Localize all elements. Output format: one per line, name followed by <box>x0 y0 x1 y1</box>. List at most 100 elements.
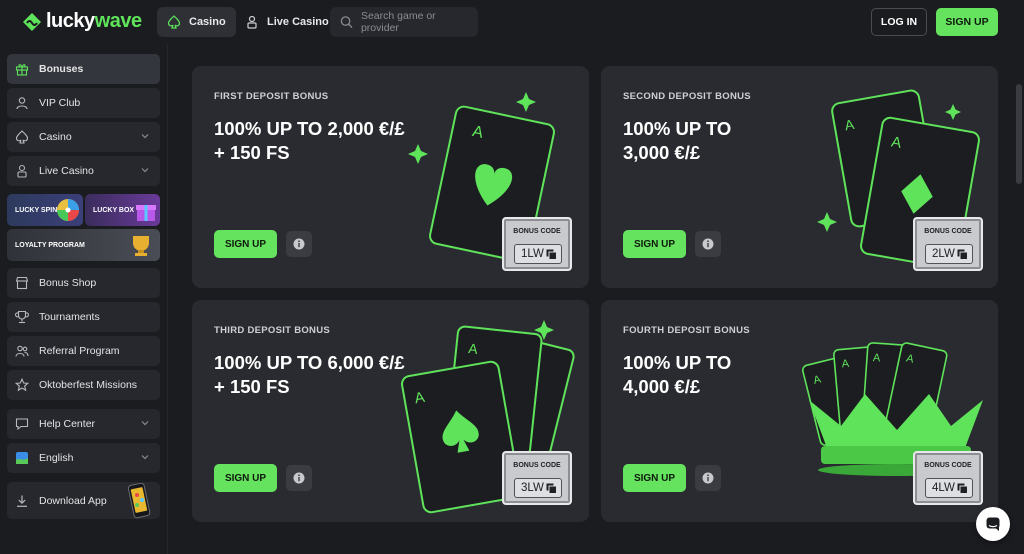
globe-flag-icon <box>16 452 28 464</box>
sidebar-item-vip-club[interactable]: VIP Club <box>7 88 160 118</box>
scrollbar-thumb[interactable] <box>1016 84 1022 184</box>
bonus-card-title-line2: 3,000 €/£ <box>623 142 701 163</box>
info-icon <box>293 472 305 484</box>
login-button[interactable]: LOG IN <box>871 8 927 36</box>
top-bar: luckywave Casino Live Casino Search game… <box>0 0 1024 44</box>
tab-live-casino[interactable]: Live Casino <box>235 7 339 37</box>
logo[interactable]: luckywave <box>22 10 142 33</box>
spade-icon <box>167 15 181 29</box>
sidebar-item-bonus-shop[interactable]: Bonus Shop <box>7 268 160 298</box>
dealer-icon <box>17 164 27 178</box>
sidebar-item-label: English <box>39 452 74 464</box>
sidebar-item-help-center[interactable]: Help Center <box>7 409 160 439</box>
bonus-code-value: 3LW <box>514 478 562 498</box>
info-button[interactable] <box>695 465 721 491</box>
bonus-code-box[interactable]: BONUS CODE 1LW <box>502 217 572 271</box>
spade-icon <box>15 130 29 144</box>
bonus-card-third: THIRD DEPOSIT BONUS 100% UP TO 6,000 €/£… <box>192 300 589 522</box>
search-input[interactable]: Search game or provider <box>330 7 478 37</box>
users-icon <box>15 345 29 357</box>
bonus-code-box[interactable]: BONUS CODE 2LW <box>913 217 983 271</box>
lucky-box-tile[interactable]: LUCKY BOX <box>85 194 160 226</box>
bonus-code-box[interactable]: BONUS CODE 3LW <box>502 451 572 505</box>
sidebar-item-label: Live Casino <box>39 165 94 177</box>
sidebar-item-bonuses[interactable]: Bonuses <box>7 54 160 84</box>
bonus-card-second: SECOND DEPOSIT BONUS 100% UP TO 3,000 €/… <box>601 66 998 288</box>
bonus-card-title-line2: 4,000 €/£ <box>623 376 701 397</box>
bonus-card-label: SECOND DEPOSIT BONUS <box>623 91 751 102</box>
gift-box-icon <box>136 205 156 221</box>
sidebar-item-referral-program[interactable]: Referral Program <box>7 336 160 366</box>
phone-icon <box>127 483 151 519</box>
lucky-spin-label: LUCKY SPIN <box>15 206 58 214</box>
download-icon <box>17 495 27 507</box>
sidebar-item-download-app[interactable]: Download App <box>7 482 160 519</box>
bonus-card-label: FOURTH DEPOSIT BONUS <box>623 325 750 336</box>
info-icon <box>702 238 714 250</box>
sidebar-item-oktoberfest-missions[interactable]: Oktoberfest Missions <box>7 370 160 400</box>
info-button[interactable] <box>286 465 312 491</box>
bonus-card-title-line2: + 150 FS <box>214 142 290 163</box>
bonus-card-label: FIRST DEPOSIT BONUS <box>214 91 329 102</box>
sidebar-item-language[interactable]: English <box>7 443 160 473</box>
info-button[interactable] <box>286 231 312 257</box>
copy-icon[interactable] <box>957 249 968 260</box>
chevron-down-icon <box>141 168 149 173</box>
sidebar-item-live-casino[interactable]: Live Casino <box>7 156 160 186</box>
signup-button[interactable]: SIGN UP <box>936 8 998 36</box>
bonus-code-value: 2LW <box>925 244 973 264</box>
info-button[interactable] <box>695 231 721 257</box>
bonus-card-title-line2: + 150 FS <box>214 376 290 397</box>
loyalty-program-label: LOYALTY PROGRAM <box>15 241 85 249</box>
sidebar-item-tournaments[interactable]: Tournaments <box>7 302 160 332</box>
chat-bubble-icon <box>986 517 1000 531</box>
signup-button[interactable]: SIGN UP <box>214 464 277 492</box>
bonus-code-box[interactable]: BONUS CODE 4LW <box>913 451 983 505</box>
sidebar: Bonuses VIP Club Casino Live Casino LUCK… <box>0 44 168 554</box>
copy-icon[interactable] <box>957 483 968 494</box>
bonus-code-text: 2LW <box>932 248 955 260</box>
chevron-down-icon <box>141 421 149 426</box>
tab-casino[interactable]: Casino <box>157 7 236 37</box>
signup-button[interactable]: SIGN UP <box>623 230 686 258</box>
chevron-down-icon <box>141 134 149 139</box>
sidebar-item-label: Referral Program <box>39 345 120 357</box>
bonus-card-title: 100% UP TO 4,000 €/£ <box>623 351 731 399</box>
live-chat-button[interactable] <box>976 507 1010 541</box>
copy-icon[interactable] <box>546 483 557 494</box>
lucky-spin-tile[interactable]: LUCKY SPIN <box>7 194 83 226</box>
shop-icon <box>15 276 29 290</box>
main-content: FIRST DEPOSIT BONUS 100% UP TO 2,000 €/£… <box>168 44 1024 554</box>
search-placeholder: Search game or provider <box>360 10 436 34</box>
loyalty-program-tile[interactable]: LOYALTY PROGRAM <box>7 229 160 261</box>
trophy-cup-icon <box>133 236 149 256</box>
logo-text-wave: wave <box>94 10 142 32</box>
search-icon <box>340 16 353 29</box>
bonus-card-title: 100% UP TO 6,000 €/£ + 150 FS <box>214 351 405 399</box>
wheel-icon <box>57 199 79 221</box>
bonus-code-text: 4LW <box>932 482 955 494</box>
bonus-card-title-line1: 100% UP TO 6,000 €/£ <box>214 352 405 373</box>
copy-icon[interactable] <box>546 249 557 260</box>
bonus-card-label: THIRD DEPOSIT BONUS <box>214 325 331 336</box>
info-icon <box>293 238 305 250</box>
bonus-code-text: 3LW <box>521 482 544 494</box>
signup-button[interactable]: SIGN UP <box>214 230 277 258</box>
tab-live-casino-label: Live Casino <box>267 16 329 28</box>
bonus-card-title-line1: 100% UP TO <box>623 352 732 373</box>
sidebar-item-label: Tournaments <box>39 311 100 323</box>
trophy-icon <box>15 310 29 324</box>
sidebar-item-label: Bonus Shop <box>39 277 97 289</box>
bonus-code-value: 1LW <box>514 244 562 264</box>
bonus-code-label: BONUS CODE <box>924 462 972 469</box>
user-icon <box>16 97 28 110</box>
sidebar-item-label: Bonuses <box>39 63 84 75</box>
bonus-card-first: FIRST DEPOSIT BONUS 100% UP TO 2,000 €/£… <box>192 66 589 288</box>
sidebar-item-label: Oktoberfest Missions <box>39 379 138 391</box>
signup-button[interactable]: SIGN UP <box>623 464 686 492</box>
sidebar-item-casino[interactable]: Casino <box>7 122 160 152</box>
bonus-code-label: BONUS CODE <box>513 228 561 235</box>
bonus-card-title-line1: 100% UP TO 2,000 €/£ <box>214 118 405 139</box>
bonus-card-title: 100% UP TO 2,000 €/£ + 150 FS <box>214 117 405 165</box>
bonus-card-fourth: FOURTH DEPOSIT BONUS 100% UP TO 4,000 €/… <box>601 300 998 522</box>
